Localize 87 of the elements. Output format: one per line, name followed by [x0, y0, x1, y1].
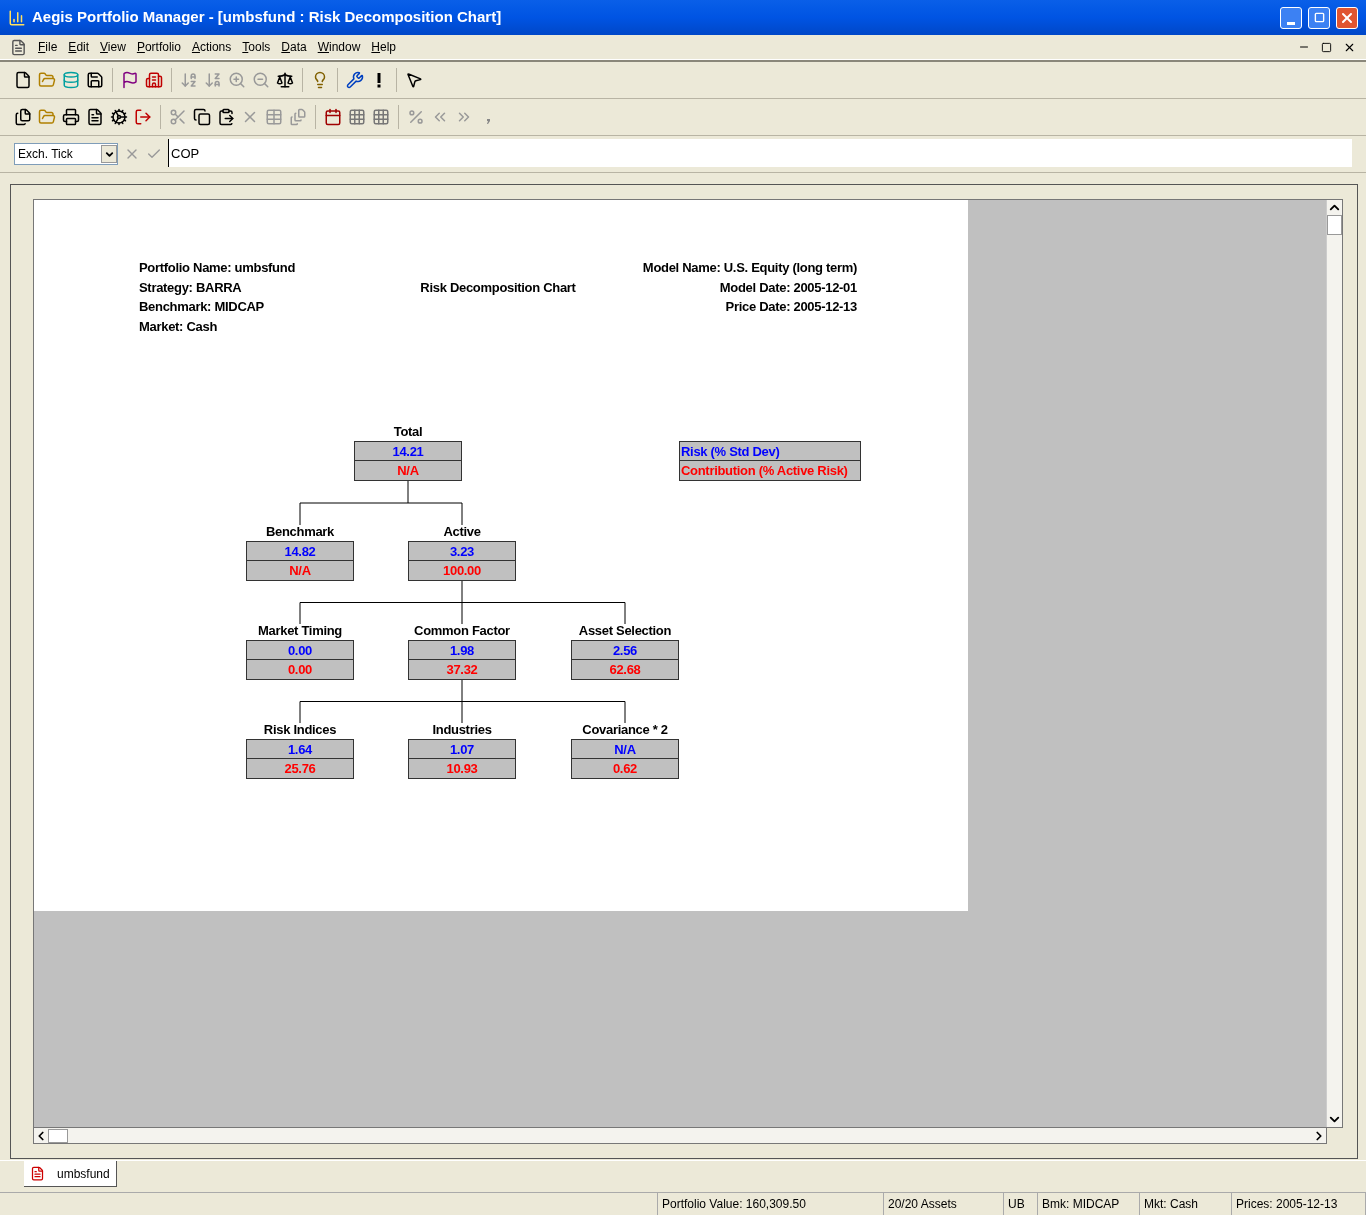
risk-value: 1.98 [409, 641, 515, 660]
contribution-value: 62.68 [608, 661, 642, 679]
risk-value: 1.64 [247, 740, 353, 759]
document-icon [30, 1166, 45, 1181]
risk-value: 1.07 [409, 740, 515, 759]
menu-item[interactable]: Help [371, 38, 397, 56]
status-panel: Mkt: Cash [1140, 1193, 1232, 1215]
node-label: Risk Indices [263, 721, 337, 739]
status-panel: Bmk: MIDCAP [1038, 1193, 1140, 1215]
risk-value: 3.23 [409, 542, 515, 561]
grid-icon[interactable] [372, 108, 390, 126]
paste-icon[interactable] [217, 108, 235, 126]
copy-icon[interactable] [193, 108, 211, 126]
header-text: Market: Cash [139, 317, 218, 336]
restore-icon[interactable] [1321, 41, 1332, 53]
node-label: Industries [432, 721, 492, 739]
status-panel: 20/20 Assets [884, 1193, 1004, 1215]
flag-icon[interactable] [121, 70, 139, 89]
contribution-value: 37.32 [445, 661, 479, 679]
node-label: Asset Selection [578, 622, 672, 640]
menu-item[interactable]: Actions [191, 38, 232, 56]
calendar-icon[interactable] [324, 108, 342, 126]
field-dropdown[interactable]: Exch. Tick [14, 143, 118, 165]
menu-item[interactable]: Edit [68, 38, 90, 56]
status-panel: Prices: 2005-12-13 [1232, 1193, 1366, 1215]
vertical-scrollbar[interactable] [1326, 200, 1342, 1127]
exit-icon[interactable] [134, 108, 152, 126]
contribution-value: 0.00 [286, 661, 314, 679]
contribution-value: N/A [396, 462, 420, 480]
close-button[interactable] [1336, 6, 1358, 29]
contribution-value: N/A [288, 562, 312, 580]
database-icon[interactable] [62, 70, 80, 89]
node-label: Benchmark [265, 523, 335, 541]
node-label: Total [393, 423, 423, 441]
document-icon[interactable] [86, 108, 104, 126]
window-title: Aegis Portfolio Manager - [umbsfund : Risk Decomposition Chart] [32, 7, 503, 28]
header-text: Portfolio Name: umbsfund [139, 259, 296, 277]
node-label: Market Timing [258, 622, 342, 640]
header-text: Price Date: 2005-12-13 [725, 298, 857, 316]
menu-item[interactable]: Data [281, 38, 307, 56]
header-text: Model Name: U.S. Equity (long term) [642, 259, 857, 277]
header-text: Model Date: 2005-12-01 [719, 278, 857, 297]
header-text: Benchmark: MIDCAP [139, 298, 264, 316]
risk-value: 0.00 [247, 641, 353, 660]
document-tab[interactable]: umbsfund [24, 1161, 117, 1187]
risk-value: 14.82 [247, 542, 353, 561]
minimize-button[interactable] [1280, 6, 1302, 29]
gear-icon[interactable] [110, 108, 128, 126]
restore-icon [1313, 12, 1325, 23]
pointer-icon[interactable] [405, 70, 423, 89]
risk-value: 14.21 [355, 442, 461, 461]
node-label: Active [443, 523, 481, 541]
contribution-value: 100.00 [442, 562, 482, 580]
status-panel: Portfolio Value: 160,309.50 [658, 1193, 884, 1215]
restore-button[interactable] [1308, 6, 1330, 29]
documents-icon[interactable] [14, 108, 32, 126]
menu-item[interactable]: Window [317, 38, 361, 56]
contribution-value: 0.62 [611, 760, 639, 778]
risk-value: 2.56 [572, 641, 678, 660]
risk-legend: Risk (% Std Dev) [680, 442, 860, 461]
value-field[interactable]: COP [168, 139, 1352, 167]
app-icon [8, 8, 26, 27]
menu-item[interactable]: Portfolio [136, 38, 181, 56]
report-title: Risk Decomposition Chart [420, 278, 576, 297]
menu-item[interactable]: Tools [242, 38, 271, 56]
header-text: Strategy: BARRA [139, 278, 242, 297]
node-label: Common Factor [414, 622, 510, 640]
menu-item[interactable]: File [38, 38, 58, 56]
scroll-thumb[interactable] [1327, 215, 1342, 235]
wrench-icon[interactable] [346, 70, 364, 89]
risk-value: N/A [572, 740, 678, 759]
folder-icon[interactable] [38, 108, 56, 126]
contribution-value: 10.93 [445, 760, 479, 778]
scale-icon[interactable] [276, 70, 294, 89]
folder-icon[interactable] [38, 70, 56, 89]
node-label: Covariance * 2 [582, 721, 668, 739]
printer-icon[interactable] [62, 108, 80, 126]
scroll-thumb[interactable] [48, 1128, 68, 1143]
new-document-icon[interactable] [14, 70, 32, 89]
contribution-legend: Contribution (% Active Risk) [680, 461, 860, 480]
building-icon[interactable] [145, 70, 163, 89]
menu-item[interactable]: View [100, 38, 126, 56]
horizontal-scrollbar[interactable] [33, 1128, 1327, 1144]
document-icon[interactable] [10, 38, 27, 56]
contribution-value: 25.76 [283, 760, 317, 778]
grid-icon[interactable] [348, 108, 366, 126]
status-panel: UB [1004, 1193, 1038, 1215]
